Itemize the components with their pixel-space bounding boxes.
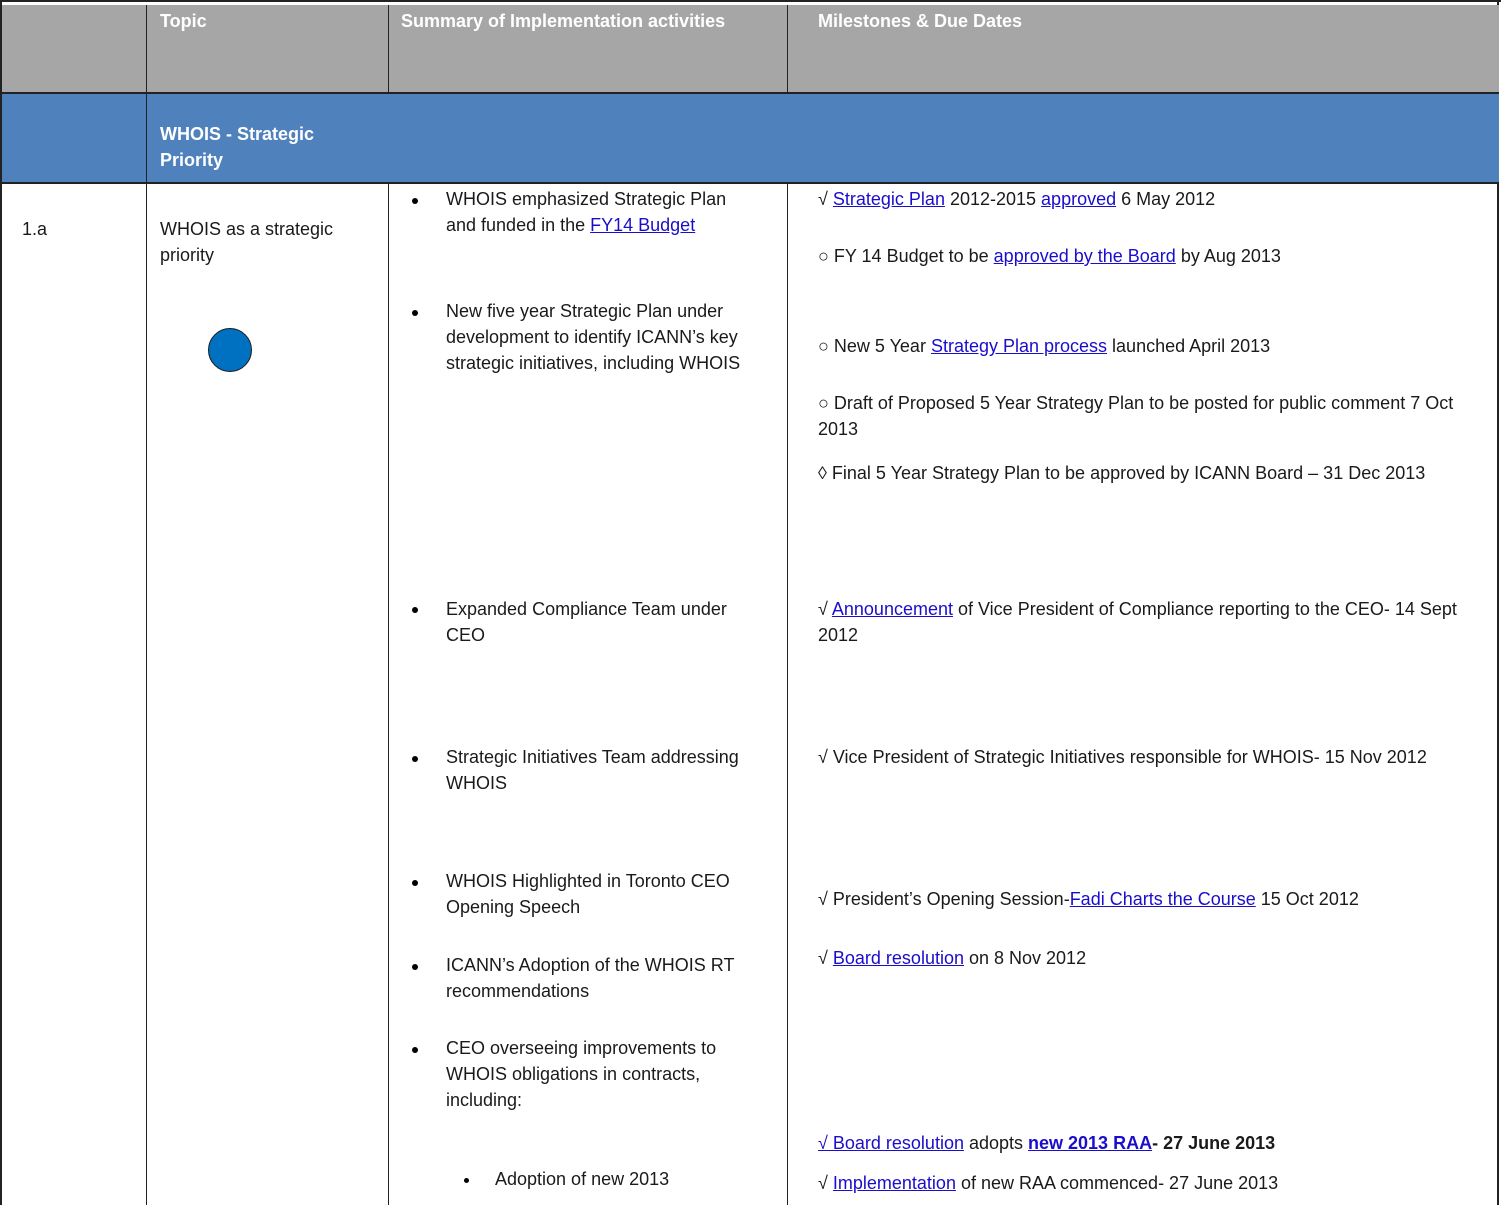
- activity-item: ICANN’s Adoption of the WHOIS RT recomme…: [446, 955, 735, 1001]
- column-divider: [787, 182, 788, 1205]
- approved-by-board-link[interactable]: approved by the Board: [994, 246, 1176, 266]
- new-2013-raa-link[interactable]: new 2013 RAA: [1028, 1133, 1152, 1153]
- header-milestones: Milestones & Due Dates: [818, 11, 1023, 31]
- approved-link[interactable]: approved: [1041, 189, 1116, 209]
- activity-item: WHOIS emphasized Strategic Plan and fund…: [446, 189, 727, 235]
- column-divider: [787, 5, 788, 94]
- milestone-item: √ Announcement of Vice President of Comp…: [818, 599, 1457, 645]
- row-id: 1.a: [22, 219, 48, 239]
- column-divider: [388, 5, 389, 94]
- milestone-item: √ Board resolution adopts new 2013 RAA- …: [818, 1133, 1276, 1153]
- column-divider: [146, 5, 147, 1205]
- milestone-item: √ Implementation of new RAA commenced- 2…: [818, 1173, 1279, 1193]
- milestone-item: ○ New 5 Year Strategy Plan process launc…: [818, 336, 1271, 356]
- strategic-plan-link[interactable]: Strategic Plan: [833, 189, 945, 209]
- section-title: WHOIS - Strategic Priority: [160, 124, 315, 170]
- table-header-row: Topic Summary of Implementation activiti…: [2, 5, 1499, 94]
- activity-item: CEO overseeing improvements to WHOIS obl…: [446, 1038, 717, 1110]
- bullet-icon: [412, 198, 418, 204]
- activity-item: Strategic Initiatives Team addressing WH…: [446, 747, 739, 793]
- milestone-item: ◊ Final 5 Year Strategy Plan to be appro…: [818, 463, 1426, 483]
- bullet-icon: [412, 1047, 418, 1053]
- bullet-icon: [412, 880, 418, 886]
- milestone-item: √ President’s Opening Session-Fadi Chart…: [818, 889, 1359, 909]
- header-topic: Topic: [160, 11, 207, 31]
- board-resolution-link[interactable]: Board resolution: [833, 948, 964, 968]
- section-row: WHOIS - Strategic Priority: [2, 94, 1499, 184]
- board-resolution-raa-link[interactable]: √ Board resolution: [818, 1133, 964, 1153]
- milestone-item: ○ FY 14 Budget to be approved by the Boa…: [818, 246, 1281, 266]
- header-summary: Summary of Implementation activities: [401, 11, 726, 31]
- announcement-link[interactable]: Announcement: [832, 599, 953, 619]
- column-divider: [388, 182, 389, 1205]
- bullet-icon: [412, 964, 418, 970]
- activity-item: Expanded Compliance Team under CEO: [446, 599, 727, 645]
- status-indicator-circle: [208, 328, 252, 372]
- sub-activity-item: Adoption of new 2013: [495, 1169, 670, 1189]
- milestone-item: ○ Draft of Proposed 5 Year Strategy Plan…: [818, 393, 1454, 439]
- bullet-icon: [412, 310, 418, 316]
- milestone-item: √ Board resolution on 8 Nov 2012: [818, 948, 1087, 968]
- activity-item: WHOIS Highlighted in Toronto CEO Opening…: [446, 871, 730, 917]
- fy14-budget-link[interactable]: FY14 Budget: [590, 215, 695, 235]
- milestone-item: √ Strategic Plan 2012-2015 approved 6 Ma…: [818, 189, 1216, 209]
- row-topic: WHOIS as a strategic priority: [160, 219, 334, 265]
- implementation-link[interactable]: Implementation: [833, 1173, 956, 1193]
- sub-bullet-icon: [464, 1178, 469, 1183]
- activity-item: New five year Strategic Plan under devel…: [446, 301, 741, 373]
- milestone-item: √ Vice President of Strategic Initiative…: [818, 747, 1427, 767]
- bullet-icon: [412, 607, 418, 613]
- fadi-charts-course-link[interactable]: Fadi Charts the Course: [1070, 889, 1256, 909]
- strategy-plan-process-link[interactable]: Strategy Plan process: [931, 336, 1107, 356]
- bullet-icon: [412, 756, 418, 762]
